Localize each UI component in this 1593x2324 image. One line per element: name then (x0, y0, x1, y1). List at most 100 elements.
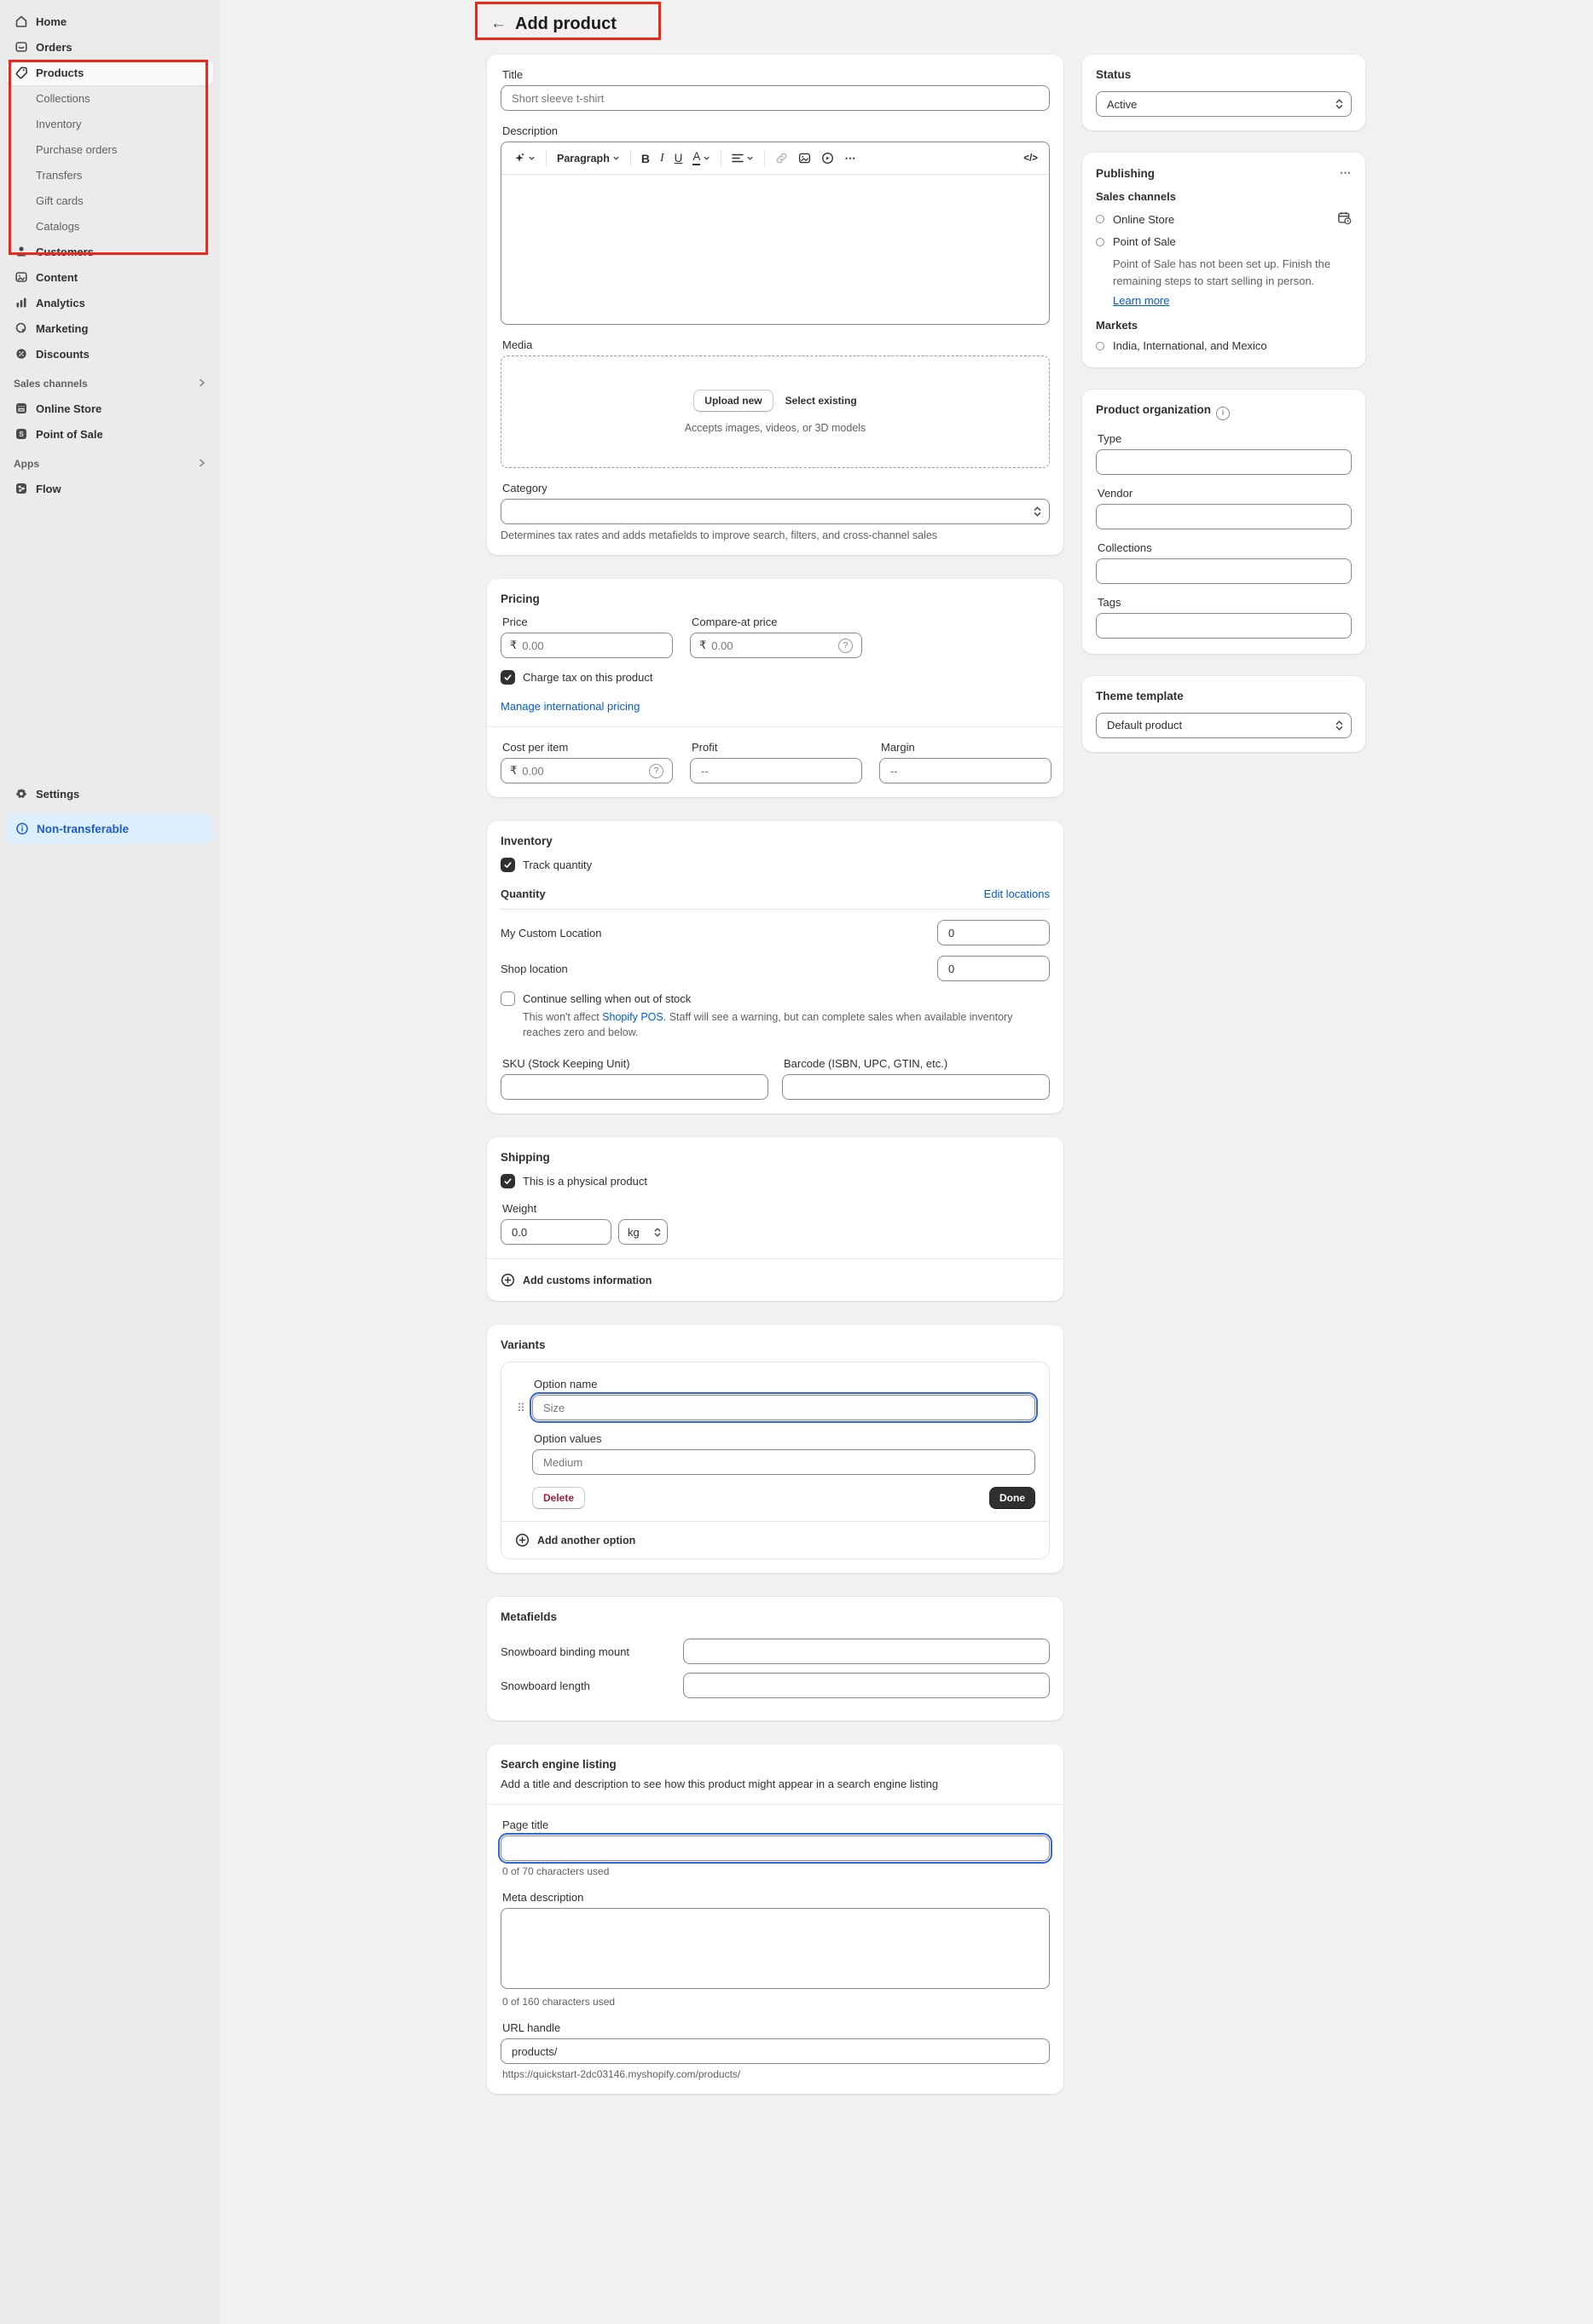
magic-ai-icon[interactable] (508, 148, 540, 168)
meta-description-textarea[interactable] (501, 1908, 1050, 1989)
snowboard-length-input[interactable] (683, 1673, 1050, 1698)
weight-unit-select[interactable]: kg (618, 1219, 668, 1245)
price-input[interactable]: ₹ (501, 633, 673, 658)
drag-handle[interactable]: ⠿ (510, 1378, 532, 1509)
edit-locations-link[interactable]: Edit locations (984, 887, 1050, 900)
sidebar-item-analytics[interactable]: Analytics (7, 290, 213, 315)
sidebar-item-marketing[interactable]: Marketing (7, 315, 213, 341)
tags-input[interactable] (1096, 613, 1352, 639)
option-name-input[interactable] (532, 1395, 1035, 1420)
help-question-icon[interactable]: ? (649, 764, 663, 778)
charge-tax-checkbox[interactable] (501, 670, 515, 685)
physical-product-checkbox[interactable] (501, 1174, 515, 1188)
url-handle-input[interactable] (501, 2038, 1050, 2064)
sidebar-item-flow[interactable]: Flow (7, 476, 213, 501)
price-label: Price (502, 616, 673, 628)
text-color-button[interactable]: A (688, 147, 715, 168)
alignment-dropdown[interactable] (727, 150, 758, 167)
info-icon[interactable]: i (1216, 407, 1230, 420)
sidebar-item-discounts[interactable]: Discounts (7, 341, 213, 367)
cost-per-item-input[interactable]: ₹ ? (501, 758, 673, 783)
upload-new-button[interactable]: Upload new (693, 390, 773, 412)
sidebar-item-home[interactable]: Home (7, 9, 213, 34)
more-options-icon[interactable]: ⋯ (840, 148, 860, 169)
back-arrow-icon[interactable]: ← (490, 14, 507, 33)
quantity-input-my-custom-location[interactable] (937, 920, 1050, 945)
cost-per-item-field[interactable] (520, 764, 649, 778)
category-select[interactable] (501, 499, 1050, 524)
html-code-button[interactable]: </> (1019, 150, 1042, 167)
weight-input[interactable] (501, 1219, 611, 1245)
add-customs-label: Add customs information (523, 1275, 652, 1286)
underline-button[interactable]: U (670, 148, 687, 168)
seo-heading: Search engine listing (501, 1758, 1050, 1771)
chevron-right-icon (198, 458, 206, 470)
section-label: Apps (14, 458, 39, 470)
status-select[interactable]: Active (1096, 91, 1352, 117)
sidebar-item-settings[interactable]: Settings (7, 781, 213, 806)
sidebar-item-collections[interactable]: Collections (7, 85, 213, 111)
sidebar-item-inventory[interactable]: Inventory (7, 111, 213, 136)
publishing-menu-button[interactable]: ⋯ (1340, 166, 1352, 180)
sidebar-item-point-of-sale[interactable]: S Point of Sale (7, 421, 213, 447)
sidebar-item-orders[interactable]: Orders (7, 34, 213, 60)
sidebar-item-online-store[interactable]: Online Store (7, 396, 213, 421)
sidebar-subitem-label: Purchase orders (36, 143, 117, 156)
margin-input[interactable] (879, 758, 1051, 783)
sidebar-item-catalogs[interactable]: Catalogs (7, 213, 213, 239)
collections-input[interactable] (1096, 558, 1352, 584)
variants-heading: Variants (501, 1338, 1050, 1351)
sidebar-item-purchase-orders[interactable]: Purchase orders (7, 136, 213, 162)
media-dropzone[interactable]: Upload new Select existing Accepts image… (501, 356, 1050, 468)
insert-image-icon[interactable] (794, 148, 815, 168)
track-quantity-checkbox[interactable] (501, 858, 515, 872)
sidebar-item-gift-cards[interactable]: Gift cards (7, 188, 213, 213)
sales-channels-header[interactable]: Sales channels (7, 372, 213, 396)
tags-label: Tags (1098, 596, 1352, 609)
markets-row: India, International, and Mexico (1096, 339, 1352, 352)
quantity-input-shop-location[interactable] (937, 956, 1050, 981)
metafield-row: Snowboard length (501, 1673, 1050, 1698)
link-icon[interactable] (771, 148, 792, 168)
schedule-calendar-icon[interactable] (1337, 211, 1352, 228)
barcode-input[interactable] (782, 1074, 1050, 1100)
sidebar-item-products[interactable]: Products (7, 60, 213, 85)
paragraph-style-dropdown[interactable]: Paragraph (553, 149, 624, 168)
title-input[interactable] (501, 85, 1050, 111)
type-input[interactable] (1096, 449, 1352, 475)
manage-international-pricing-link[interactable]: Manage international pricing (501, 700, 640, 713)
vendor-input[interactable] (1096, 504, 1352, 529)
svg-text:S: S (19, 431, 24, 438)
done-button[interactable]: Done (989, 1487, 1035, 1509)
delete-option-button[interactable]: Delete (532, 1487, 585, 1509)
add-another-option-button[interactable]: Add another option (501, 1521, 1049, 1558)
margin-field[interactable] (889, 764, 1042, 778)
sidebar-item-content[interactable]: Content (7, 264, 213, 290)
bar-chart-icon (14, 296, 28, 310)
profit-field[interactable] (699, 764, 853, 778)
non-transferable-badge[interactable]: Non-transferable (7, 813, 213, 844)
sidebar-item-transfers[interactable]: Transfers (7, 162, 213, 188)
compare-at-price-field[interactable] (710, 639, 838, 653)
theme-template-select[interactable]: Default product (1096, 713, 1352, 738)
continue-selling-checkbox[interactable] (501, 991, 515, 1006)
compare-at-price-input[interactable]: ₹ ? (690, 633, 862, 658)
price-field[interactable] (520, 639, 663, 653)
sidebar-item-customers[interactable]: Customers (7, 239, 213, 264)
italic-button[interactable]: I (656, 148, 669, 169)
profit-input[interactable] (690, 758, 862, 783)
seo-page-title-input[interactable] (501, 1835, 1050, 1861)
help-question-icon[interactable]: ? (838, 639, 853, 653)
apps-header[interactable]: Apps (7, 452, 213, 476)
select-existing-button[interactable]: Select existing (785, 395, 857, 407)
description-textarea[interactable] (501, 175, 1049, 324)
snowboard-binding-mount-input[interactable] (683, 1639, 1050, 1664)
insert-video-icon[interactable] (817, 148, 838, 168)
sku-input[interactable] (501, 1074, 768, 1100)
option-value-input[interactable] (532, 1449, 1035, 1475)
shopify-pos-link[interactable]: Shopify POS (602, 1011, 663, 1023)
markets-value: India, International, and Mexico (1113, 339, 1267, 352)
add-customs-information-button[interactable]: Add customs information (501, 1273, 1050, 1287)
learn-more-link[interactable]: Learn more (1113, 294, 1169, 307)
bold-button[interactable]: B (637, 148, 654, 169)
